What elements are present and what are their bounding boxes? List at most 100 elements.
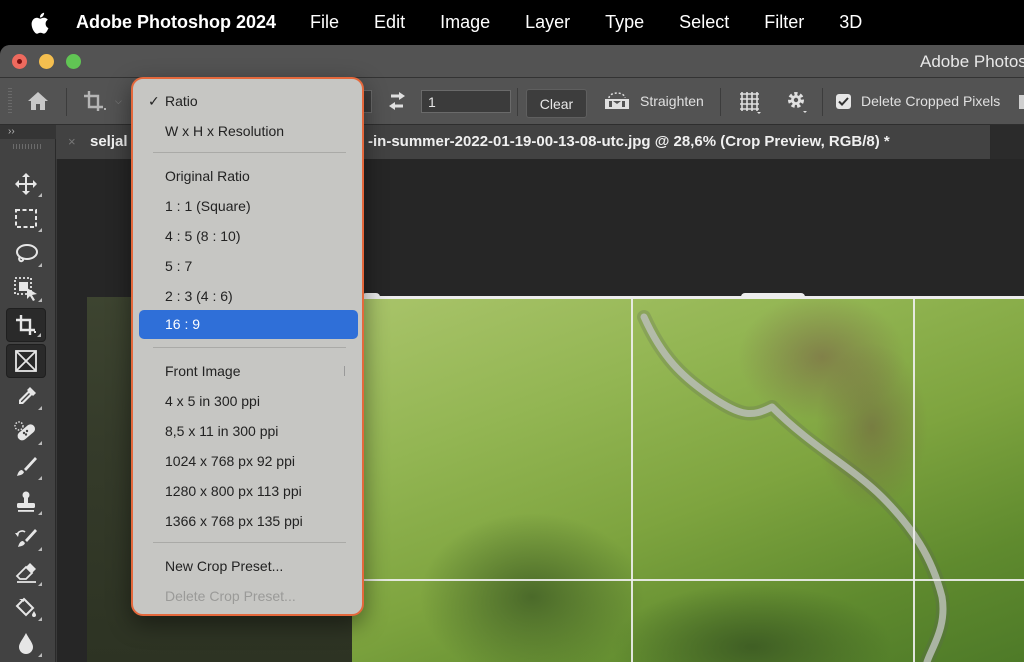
move-icon [15,173,37,195]
eraser-icon [15,563,36,583]
swap-icon [389,92,405,110]
menu-type[interactable]: Type [605,12,644,33]
crop-icon [16,315,36,335]
ratio-height-input[interactable] [421,90,511,113]
move-tool[interactable] [6,167,46,201]
crop-border-top[interactable] [352,296,1024,299]
window-title: Adobe Photoshop 2024 [920,52,1024,71]
more-options-icon[interactable] [1019,95,1024,109]
history-brush-icon [15,529,37,547]
menu-separator [153,542,346,543]
menu-item-5-7[interactable]: 5 : 7 [139,252,358,281]
paint-bucket-icon [15,597,36,617]
window-title-bar: Adobe Photoshop 2024 [0,45,1024,78]
app-name-menu[interactable]: Adobe Photoshop 2024 [76,12,276,33]
menu-item-1024x768[interactable]: 1024 x 768 px 92 ppi [139,447,358,476]
toolbar-grip[interactable] [13,144,41,149]
gear-icon [788,92,807,113]
chevron-down-icon[interactable]: ⌵ [115,96,122,107]
home-icon [28,92,48,110]
rectangular-marquee-tool[interactable] [6,202,46,236]
frame-icon [15,350,37,372]
home-button[interactable] [26,89,50,113]
collapse-toolbar-button[interactable]: ›› [0,125,56,139]
menu-separator [153,152,346,153]
brush-tool[interactable] [6,450,46,484]
history-brush-tool[interactable] [6,521,46,555]
menu-3d[interactable]: 3D [839,12,862,33]
separator [720,88,721,116]
menu-file[interactable]: File [310,12,339,33]
overlay-options-button[interactable] [738,90,762,114]
menu-item-new-crop-preset[interactable]: New Crop Preset... [139,552,358,581]
lasso-tool[interactable] [6,237,46,271]
crop-grid-line [913,297,915,662]
menu-item-4-5[interactable]: 4 : 5 (8 : 10) [139,222,358,251]
menu-item-4x5-300ppi[interactable]: 4 x 5 in 300 ppi [139,387,358,416]
document-name-rest: -in-summer-2022-01-19-00-13-08-utc.jpg @… [368,133,890,150]
menu-item-w-h-resolution[interactable]: W x H x Resolution [139,117,358,146]
menu-item-2-3[interactable]: 2 : 3 (4 : 6) [139,282,358,311]
clone-stamp-tool[interactable] [6,485,46,519]
menu-edit[interactable]: Edit [374,12,405,33]
spot-healing-brush-tool[interactable] [6,415,46,449]
menu-filter[interactable]: Filter [764,12,804,33]
menu-item-ratio[interactable]: Ratio [139,87,358,116]
eyedropper-tool[interactable] [6,380,46,414]
menu-layer[interactable]: Layer [525,12,570,33]
clear-button[interactable]: Clear [526,89,587,118]
object-selection-icon [14,277,37,301]
separator [517,88,518,116]
grid-overlay-icon [740,92,761,114]
menu-item-1366x768[interactable]: 1366 x 768 px 135 ppi [139,507,358,536]
crop-grid-line [631,297,633,662]
marquee-icon [15,209,37,228]
checkmark-icon [838,97,849,106]
swap-dimensions-button[interactable] [386,90,408,112]
stamp-icon [17,491,35,512]
bandage-icon [14,421,36,441]
menu-scroll-indicator [344,366,345,376]
eyedropper-icon [19,387,36,404]
straighten-icon[interactable] [604,91,630,111]
crop-settings-button[interactable] [785,89,809,115]
river-graphic [637,310,950,662]
crop-grid-line [352,579,1024,581]
document-name-start: seljal [90,133,128,150]
minimize-window-button[interactable] [39,54,54,69]
lasso-icon [16,244,38,263]
eraser-tool[interactable] [6,556,46,590]
close-tab-icon[interactable]: × [68,134,76,149]
menu-item-front-image[interactable]: Front Image [139,357,358,386]
menu-item-16-9[interactable]: 16 : 9 [139,310,358,339]
blur-tool[interactable] [6,627,46,661]
close-window-button[interactable] [12,54,27,69]
crop-handle-top-left[interactable] [362,293,380,299]
menu-select[interactable]: Select [679,12,729,33]
water-drop-icon [19,633,33,654]
frame-tool[interactable] [6,344,46,378]
menu-separator [153,347,346,348]
crop-tool[interactable] [6,308,46,342]
options-bar-grip[interactable] [8,88,12,114]
crop-handle-top-center[interactable] [741,293,805,299]
menu-item-1280x800[interactable]: 1280 x 800 px 113 ppi [139,477,358,506]
separator [822,88,823,116]
object-selection-tool[interactable] [6,272,46,306]
straighten-button[interactable]: Straighten [640,93,704,109]
delete-cropped-pixels-label[interactable]: Delete Cropped Pixels [861,93,1000,109]
tool-preset-picker[interactable] [82,89,108,113]
macos-menu-bar: Adobe Photoshop 2024 File Edit Image Lay… [0,0,1024,45]
menu-item-original-ratio[interactable]: Original Ratio [139,162,358,191]
crop-preset-dropdown: Ratio W x H x Resolution Original Ratio … [131,77,364,616]
menu-item-1-1-square[interactable]: 1 : 1 (Square) [139,192,358,221]
brush-icon [17,457,37,476]
delete-cropped-pixels-checkbox[interactable] [836,94,851,109]
menu-image[interactable]: Image [440,12,490,33]
photo-crop-preview[interactable] [352,297,1024,662]
menu-item-8-5x11-300ppi[interactable]: 8,5 x 11 in 300 ppi [139,417,358,446]
paint-bucket-tool[interactable] [6,591,46,625]
zoom-window-button[interactable] [66,54,81,69]
crop-icon [84,91,106,111]
apple-logo-icon[interactable] [30,12,50,34]
